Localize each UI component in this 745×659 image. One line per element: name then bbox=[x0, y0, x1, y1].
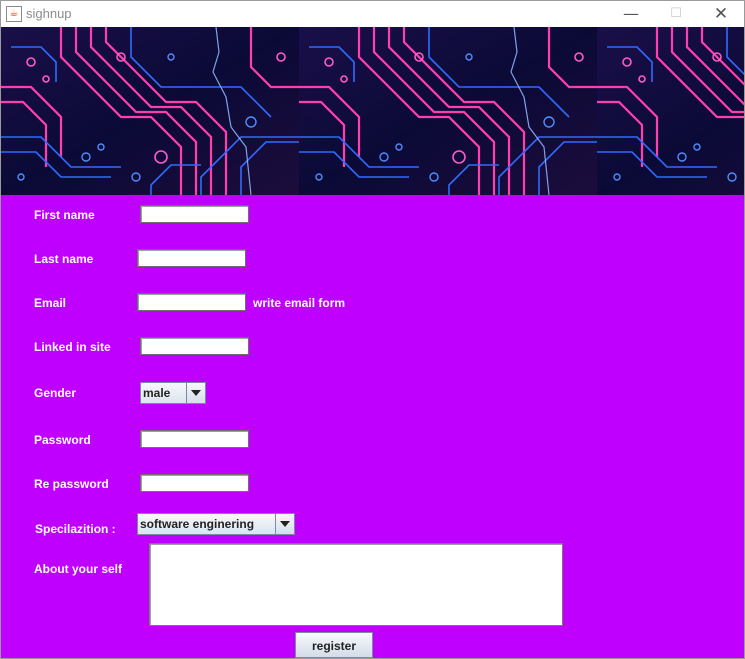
linkedin-input[interactable] bbox=[140, 337, 249, 355]
first-name-input[interactable] bbox=[140, 205, 249, 223]
minimize-icon[interactable]: — bbox=[608, 1, 654, 27]
repassword-label: Re password bbox=[34, 477, 109, 491]
specialization-selected-value: software enginering bbox=[140, 517, 255, 531]
register-button[interactable]: register bbox=[295, 632, 373, 658]
circuit-banner-image bbox=[1, 27, 744, 195]
first-name-label: First name bbox=[34, 208, 95, 222]
about-textarea[interactable] bbox=[149, 543, 563, 626]
linkedin-label: Linked in site bbox=[34, 340, 111, 354]
specialization-label: Specilazition : bbox=[35, 522, 116, 536]
email-hint: write email form bbox=[253, 296, 346, 310]
password-label: Password bbox=[34, 433, 91, 447]
window-title: sighnup bbox=[26, 6, 72, 21]
about-label: About your self bbox=[34, 562, 123, 576]
java-icon: ☕ bbox=[6, 6, 22, 22]
password-input[interactable] bbox=[140, 430, 249, 448]
chevron-down-icon[interactable] bbox=[275, 514, 294, 534]
chevron-down-icon[interactable] bbox=[186, 383, 205, 403]
email-label: Email bbox=[34, 296, 67, 310]
email-input[interactable] bbox=[137, 293, 246, 311]
close-icon[interactable]: ✕ bbox=[698, 1, 744, 27]
gender-selected-value: male bbox=[143, 386, 171, 400]
last-name-label: Last name bbox=[34, 252, 94, 266]
gender-label: Gender bbox=[34, 386, 77, 400]
signup-window: ☕ sighnup — ☐ ✕ First name Last name Ema… bbox=[0, 0, 745, 659]
repassword-input[interactable] bbox=[140, 474, 249, 492]
specialization-select[interactable]: software enginering bbox=[137, 513, 295, 535]
title-bar[interactable]: ☕ sighnup — ☐ ✕ bbox=[1, 1, 744, 27]
maximize-icon[interactable]: ☐ bbox=[653, 1, 699, 27]
last-name-input[interactable] bbox=[137, 249, 246, 267]
gender-select[interactable]: male bbox=[140, 382, 206, 404]
